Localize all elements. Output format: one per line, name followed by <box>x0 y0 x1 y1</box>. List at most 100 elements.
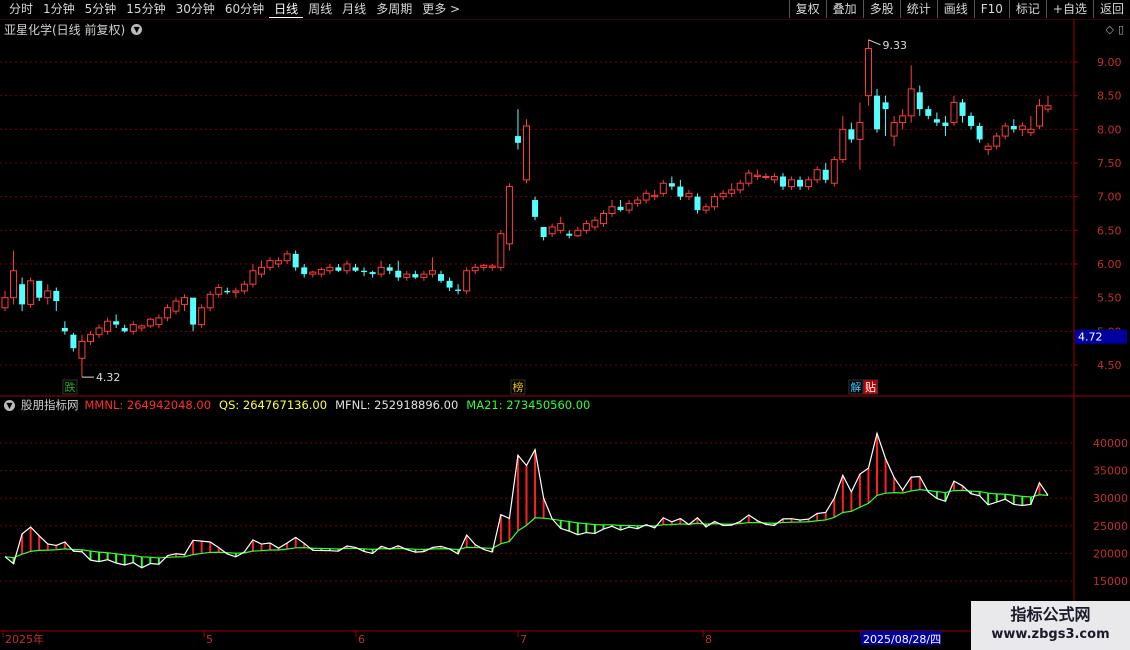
period-tab[interactable]: 月线 <box>337 2 371 18</box>
candle-body <box>224 290 231 293</box>
candle-body <box>548 226 556 235</box>
price-tick-label: 8.00 <box>1097 123 1122 136</box>
candle-body <box>1044 105 1052 110</box>
candle-body <box>206 293 214 309</box>
candle-body <box>797 179 804 187</box>
candle-body <box>830 159 838 184</box>
candle-body <box>377 266 385 275</box>
candle-body <box>361 270 368 273</box>
candle-body <box>497 233 505 268</box>
period-tab[interactable]: 更多 > <box>417 2 465 18</box>
candle-body <box>916 92 923 110</box>
candle-body <box>805 179 813 188</box>
candle-body <box>317 268 325 275</box>
candle-body <box>659 182 667 194</box>
candle-body <box>95 327 103 336</box>
candle-body <box>728 189 736 194</box>
toolbar-button[interactable]: F10 <box>973 0 1009 18</box>
candle-body <box>438 274 445 281</box>
candle-body <box>1010 125 1017 130</box>
current-price-label: 4.72 <box>1078 331 1103 344</box>
period-tab[interactable]: 60分钟 <box>220 2 269 18</box>
candle-body <box>86 334 94 342</box>
tool-buttons: 复权 叠加 多股 统计 画线 F10 标记 +自选 返回 <box>788 0 1130 18</box>
candle-body <box>532 200 539 217</box>
toolbar-button[interactable]: 返回 <box>1092 0 1130 18</box>
toolbar-button[interactable]: 画线 <box>936 0 974 18</box>
toolbar-button[interactable]: 统计 <box>899 0 937 18</box>
candle-body <box>446 280 453 288</box>
candle-body <box>352 267 359 271</box>
kline-chart: 9.008.508.007.507.006.506.005.505.004.50… <box>0 19 1130 646</box>
high-label: 9.33 <box>882 39 907 52</box>
toolbar-button[interactable]: 复权 <box>788 0 826 18</box>
candle-body <box>301 267 308 275</box>
event-marker-label: 解 <box>850 380 861 394</box>
period-tab[interactable]: 日线 <box>269 2 304 18</box>
watermark: 指标公式网 www.zbgs3.com <box>971 601 1130 650</box>
indicator-name[interactable]: 股朋指标网 <box>21 397 79 413</box>
price-tick-label: 4.50 <box>1097 359 1122 372</box>
price-tick-label: 9.00 <box>1097 56 1122 69</box>
candle-body <box>309 271 317 275</box>
candle-body <box>428 270 436 275</box>
toolbar-button[interactable]: 多股 <box>862 0 900 18</box>
candle-body <box>369 272 376 275</box>
candle-body <box>694 196 701 211</box>
period-tab[interactable]: 多周期 <box>371 2 417 18</box>
watermark-title: 指标公式网 <box>1010 605 1091 624</box>
candle-body <box>335 267 342 271</box>
price-tick-label: 7.50 <box>1097 157 1122 170</box>
candle-body <box>44 290 52 299</box>
period-tab[interactable]: 5分钟 <box>80 2 122 18</box>
period-tab[interactable]: 1分钟 <box>38 2 80 18</box>
candle-body <box>599 213 607 225</box>
candle-body <box>582 223 590 231</box>
indicator-tick-label: 20000 <box>1093 547 1128 560</box>
price-tick-label: 7.00 <box>1097 191 1122 204</box>
candle-body <box>839 128 847 161</box>
candle-body <box>925 109 932 116</box>
price-tick-label: 6.50 <box>1097 224 1122 237</box>
candle-body <box>386 267 393 271</box>
candle-body <box>266 260 274 268</box>
candle-body <box>677 186 684 197</box>
indicator-value: QS: 264767136.00 <box>219 398 328 412</box>
candle-body <box>240 283 248 292</box>
candle-body <box>412 274 419 278</box>
period-tab[interactable]: 15分钟 <box>121 2 170 18</box>
price-tick-label: 8.50 <box>1097 90 1122 103</box>
candle-body <box>343 263 351 272</box>
candle-body <box>471 266 479 272</box>
x-tick-label: 2025/08/28/四 <box>863 633 941 646</box>
x-tick-label: 5 <box>206 633 213 646</box>
chevron-down-icon[interactable]: ▼ <box>4 399 15 411</box>
candle-body <box>942 122 949 126</box>
candle-body <box>420 273 428 278</box>
candle-body <box>514 136 521 143</box>
candle-body <box>874 95 881 130</box>
candle-body <box>505 186 513 245</box>
candle-body <box>719 192 727 198</box>
toolbar-button[interactable]: 标记 <box>1008 0 1046 18</box>
candle-body <box>455 289 462 291</box>
candle-body <box>1018 125 1026 130</box>
candle-body <box>190 297 197 325</box>
candle-body <box>822 169 829 180</box>
candle-body <box>488 265 496 268</box>
candle-body <box>745 172 753 184</box>
candle-body <box>617 206 624 211</box>
candle-body <box>608 206 616 214</box>
candle-body <box>711 196 719 208</box>
event-marker-label: 榜 <box>512 380 523 394</box>
period-tab[interactable]: 分时 <box>4 2 38 18</box>
event-marker-label: 跌 <box>64 380 75 394</box>
toolbar-button[interactable]: 叠加 <box>825 0 863 18</box>
toolbar-button[interactable]: +自选 <box>1045 0 1093 18</box>
period-tab[interactable]: 30分钟 <box>171 2 220 18</box>
candle-body <box>283 253 291 262</box>
period-tab[interactable]: 周线 <box>303 2 337 18</box>
candle-body <box>523 125 530 181</box>
candle-body <box>685 192 693 198</box>
candle-body <box>395 270 402 278</box>
